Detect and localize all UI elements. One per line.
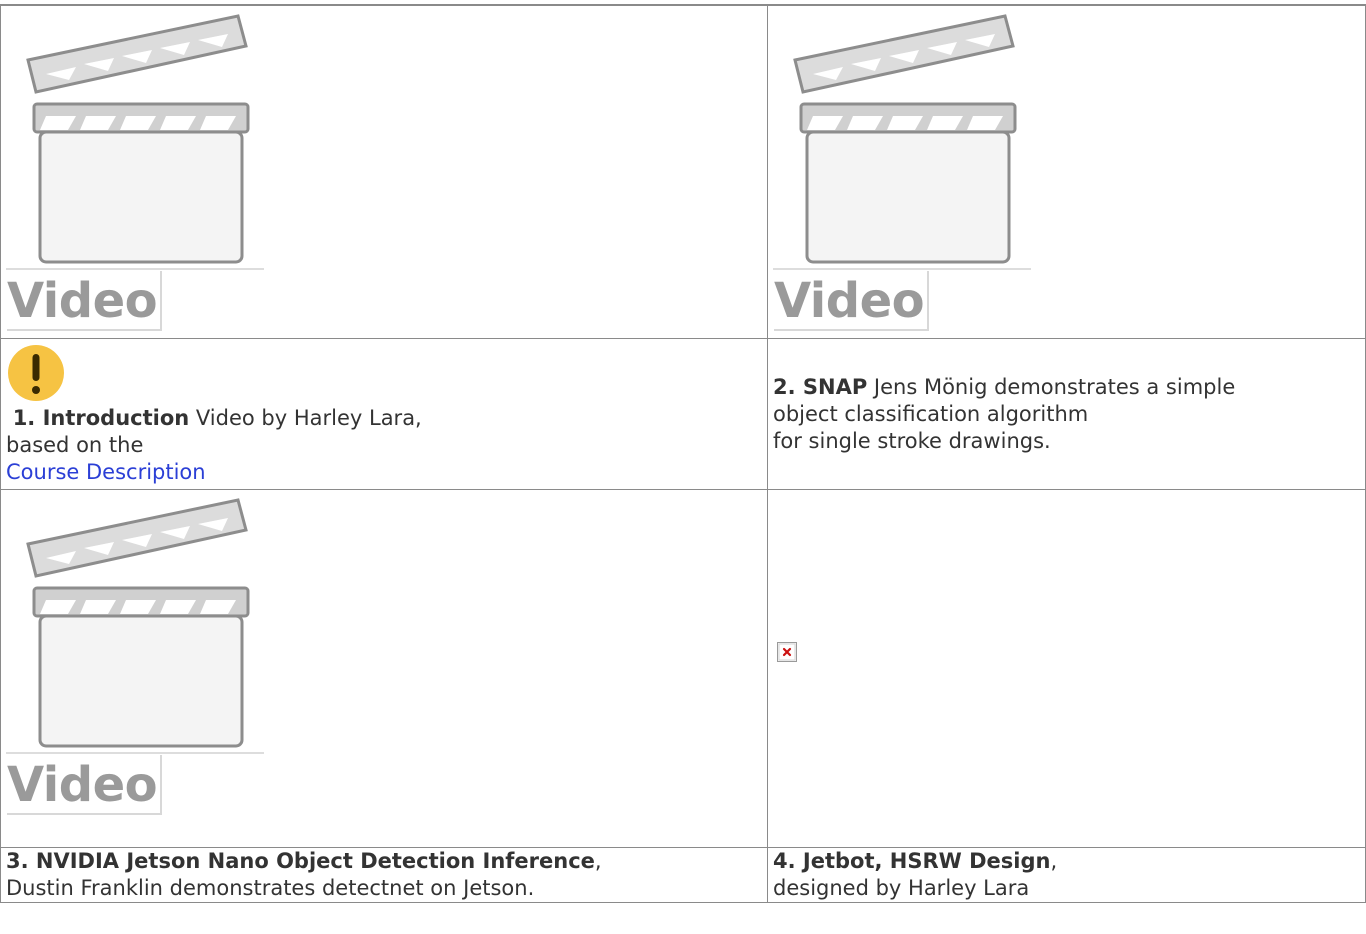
caption-line: object classification algorithm <box>773 401 1089 426</box>
caption-cell-3: 3. NVIDIA Jetson Nano Object Detection I… <box>0 847 768 903</box>
exclamation-circle-icon <box>8 345 64 401</box>
caption-text: Video by Harley Lara, <box>189 406 422 430</box>
clapperboard-icon <box>6 14 264 270</box>
caption-line: Dustin Franklin demonstrates detectnet o… <box>6 876 535 900</box>
video-cell-3: Video <box>0 489 768 848</box>
caption-text: Jens Mönig demonstrates a simple <box>867 374 1236 399</box>
caption-cell-4: 4. Jetbot, HSRW Design, designed by Harl… <box>767 847 1366 903</box>
caption-title: 4. Jetbot, HSRW Design <box>773 849 1051 873</box>
caption-line: 1. Introduction Video by Harley Lara, <box>6 405 767 432</box>
caption-line: 4. Jetbot, HSRW Design, <box>773 849 1365 876</box>
clapperboard-icon <box>6 498 264 754</box>
table-row: Video <box>0 4 1366 339</box>
video-gallery-table: Video Video 1. Introduction Video by Har… <box>0 4 1366 903</box>
caption-line: 2. SNAP Jens Mönig demonstrates a simple <box>773 374 1365 401</box>
caption-punct: , <box>594 849 602 873</box>
caption-title: 2. SNAP <box>773 374 868 399</box>
course-description-link[interactable]: Course Description <box>6 459 767 486</box>
caption-line: designed by Harley Lara <box>773 876 1030 900</box>
video-placeholder-1[interactable]: Video <box>6 8 264 331</box>
caption-title: 3. NVIDIA Jetson Nano Object Detection I… <box>6 849 595 873</box>
video-placeholder-3[interactable]: Video <box>6 492 264 815</box>
video-cell-1: Video <box>0 4 768 339</box>
table-row: Video <box>0 489 1366 848</box>
caption-cell-2: 2. SNAP Jens Mönig demonstrates a simple… <box>767 338 1366 490</box>
video-placeholder-2[interactable]: Video <box>773 8 1031 331</box>
caption-title: 1. Introduction <box>12 406 190 430</box>
table-row: 1. Introduction Video by Harley Lara, ba… <box>0 338 1366 490</box>
warning-wrap <box>6 340 767 406</box>
table-row: 3. NVIDIA Jetson Nano Object Detection I… <box>0 847 1366 903</box>
caption-line: based on the <box>6 433 144 457</box>
caption-punct: , <box>1050 849 1058 873</box>
broken-image-icon[interactable] <box>777 642 797 662</box>
caption-cell-1: 1. Introduction Video by Harley Lara, ba… <box>0 338 768 490</box>
image-cell-4 <box>767 489 1366 848</box>
video-label: Video <box>774 271 930 331</box>
video-label: Video <box>7 755 163 815</box>
caption-line: for single stroke drawings. <box>773 428 1051 453</box>
caption-line: 3. NVIDIA Jetson Nano Object Detection I… <box>6 849 767 876</box>
clapperboard-icon <box>773 14 1031 270</box>
video-cell-2: Video <box>767 4 1366 339</box>
video-label: Video <box>7 271 163 331</box>
